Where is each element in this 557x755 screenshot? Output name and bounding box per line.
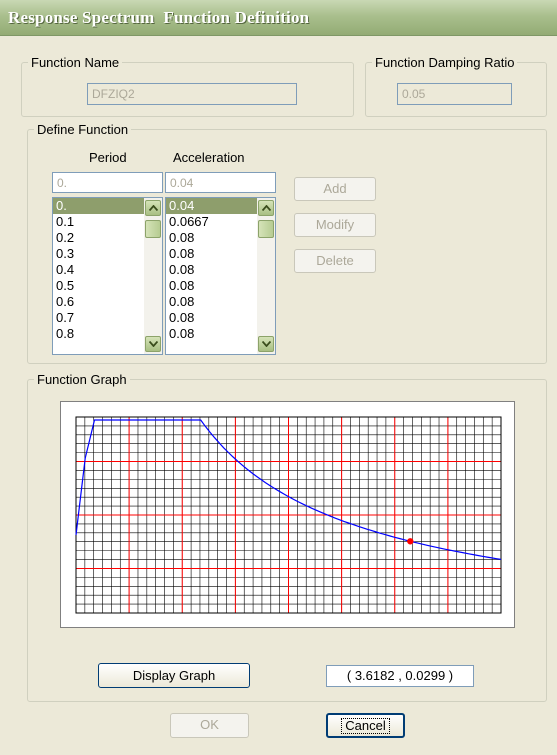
ok-button[interactable]: OK — [170, 713, 249, 738]
period-list-item[interactable]: 0.4 — [53, 262, 144, 278]
acceleration-list-item[interactable]: 0.04 — [166, 198, 257, 214]
cancel-button-label: Cancel — [341, 718, 390, 734]
scroll-up-icon[interactable] — [145, 200, 161, 216]
function-graph-legend: Function Graph — [37, 372, 127, 387]
damping-ratio-legend: Function Damping Ratio — [375, 55, 515, 70]
modify-button[interactable]: Modify — [294, 213, 376, 237]
graph-plot — [75, 416, 502, 614]
acceleration-list-item[interactable]: 0.08 — [166, 278, 257, 294]
acceleration-list-item[interactable]: 0.08 — [166, 310, 257, 326]
acceleration-list-item[interactable]: 0.08 — [166, 262, 257, 278]
response-spectrum-dialog: Response Spectrum Function Definition Fu… — [0, 0, 557, 755]
display-graph-button[interactable]: Display Graph — [98, 663, 250, 688]
period-list-item[interactable]: 0.8 — [53, 326, 144, 342]
acceleration-list-item[interactable]: 0.08 — [166, 326, 257, 342]
period-list-item[interactable]: 0.1 — [53, 214, 144, 230]
period-list-item[interactable]: 0.6 — [53, 294, 144, 310]
period-list-item[interactable]: 0. — [53, 198, 144, 214]
acceleration-list-item[interactable]: 0.08 — [166, 294, 257, 310]
acceleration-input[interactable]: 0.04 — [165, 172, 276, 193]
period-header: Period — [89, 150, 127, 165]
period-input[interactable]: 0. — [52, 172, 163, 193]
period-list-item[interactable]: 0.5 — [53, 278, 144, 294]
period-list-item[interactable]: 0.3 — [53, 246, 144, 262]
title-bar[interactable]: Response Spectrum Function Definition — [0, 0, 557, 36]
period-list-item[interactable]: 0.2 — [53, 230, 144, 246]
define-function-legend: Define Function — [37, 122, 129, 137]
period-list-item[interactable]: 0.7 — [53, 310, 144, 326]
acceleration-list[interactable]: 0.04 0.0667 0.08 0.08 0.08 0.08 0.08 0.08 0.08 — [165, 197, 276, 355]
acceleration-list-item[interactable]: 0.08 — [166, 246, 257, 262]
period-scroll-thumb[interactable] — [145, 220, 161, 238]
scroll-down-icon[interactable] — [145, 336, 161, 352]
acceleration-list-item[interactable]: 0.0667 — [166, 214, 257, 230]
scroll-up-icon[interactable] — [258, 200, 274, 216]
damping-ratio-field[interactable]: 0.05 — [397, 83, 512, 105]
period-list[interactable]: 0. 0.1 0.2 0.3 0.4 0.5 0.6 0.7 0.8 — [52, 197, 163, 355]
function-name-legend: Function Name — [31, 55, 120, 70]
acceleration-header: Acceleration — [173, 150, 245, 165]
add-button[interactable]: Add — [294, 177, 376, 201]
coordinate-readout: ( 3.6182 , 0.0299 ) — [326, 665, 474, 687]
scroll-down-icon[interactable] — [258, 336, 274, 352]
delete-button[interactable]: Delete — [294, 249, 376, 273]
cancel-button[interactable]: Cancel — [326, 713, 405, 738]
function-name-field[interactable]: DFZIQ2 — [87, 83, 297, 105]
function-graph-canvas[interactable] — [60, 401, 515, 628]
period-scrollbar[interactable] — [144, 198, 162, 354]
acceleration-scrollbar[interactable] — [257, 198, 275, 354]
acceleration-list-item[interactable]: 0.08 — [166, 230, 257, 246]
window-title: Response Spectrum Function Definition — [8, 8, 310, 27]
cursor-marker — [407, 538, 414, 545]
acceleration-scroll-thumb[interactable] — [258, 220, 274, 238]
